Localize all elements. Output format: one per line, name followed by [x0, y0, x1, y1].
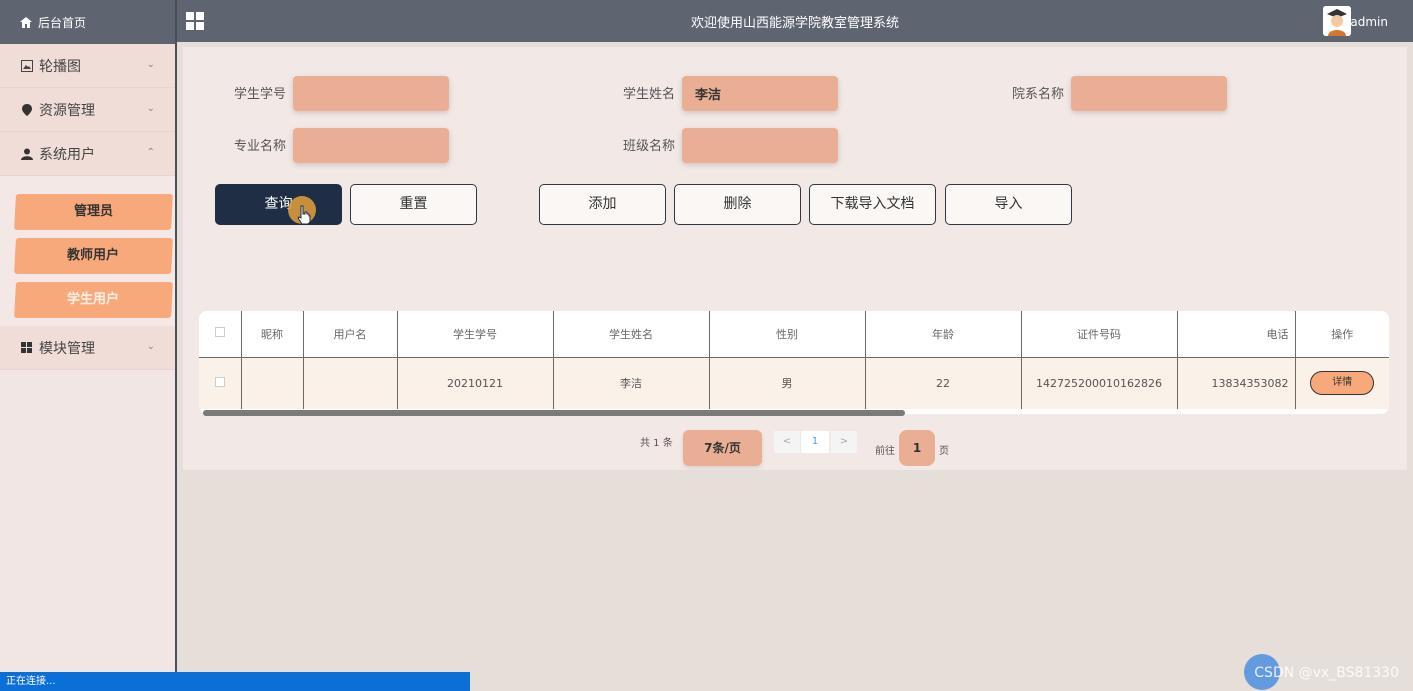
page-suffix-label: 页: [939, 446, 949, 457]
menu-system-users[interactable]: 系统用户 ⌃: [0, 132, 175, 176]
browser-status-bar: 正在连接...: [0, 672, 470, 691]
column-header: 电话: [1177, 311, 1296, 358]
cell-action: 详情: [1295, 357, 1389, 409]
menu-modules-label: 模块管理: [39, 340, 95, 357]
home-label: 后台首页: [38, 15, 87, 30]
table-row: 20210121 李洁 男 22 142725200010162826 1383…: [199, 357, 1389, 409]
row-select-cell[interactable]: [199, 357, 242, 409]
download-template-button[interactable]: 下载导入文档: [809, 184, 936, 225]
cell-student-name: 李洁: [553, 357, 710, 409]
class-name-label: 班级名称: [623, 139, 676, 154]
class-name-input[interactable]: [682, 128, 838, 163]
sidebar-item-admin[interactable]: 管理员: [14, 194, 173, 230]
image-icon: [20, 59, 33, 72]
prev-page-button[interactable]: <: [774, 431, 800, 453]
student-no-input[interactable]: [293, 76, 449, 111]
select-all-checkbox[interactable]: [214, 327, 225, 338]
column-header: 证件号码: [1021, 311, 1178, 358]
menu-modules[interactable]: 模块管理 ⌄: [0, 326, 175, 370]
home-link[interactable]: 后台首页: [0, 0, 175, 44]
column-header: 用户名: [303, 311, 398, 358]
avatar[interactable]: [1323, 6, 1351, 36]
student-no-label: 学生学号: [234, 87, 287, 102]
menu-system-users-label: 系统用户: [39, 146, 95, 163]
system-users-submenu: 管理员 教师用户 学生用户: [0, 176, 175, 326]
goto-page-input[interactable]: 1: [899, 430, 935, 466]
page-number-1[interactable]: 1: [801, 431, 829, 453]
column-header: 昵称: [241, 311, 304, 358]
sidebar: 后台首页 轮播图 ⌄ 资源管理 ⌄ 系统用户 ⌃ 管理员 教师用户 学生用户 模…: [0, 0, 177, 691]
chevron-down-icon: ⌄: [146, 103, 155, 114]
grid-icon: [20, 341, 33, 354]
major-input[interactable]: [293, 128, 449, 163]
column-header: 年龄: [865, 311, 1022, 358]
query-button[interactable]: 查询: [215, 184, 342, 225]
cell-nickname: [241, 357, 304, 409]
page-title: 欢迎使用山西能源学院教室管理系统: [690, 16, 899, 31]
sidebar-item-teacher[interactable]: 教师用户: [14, 238, 173, 274]
chevron-down-icon: ⌄: [146, 341, 155, 352]
pagination-total: 共 1 条: [640, 438, 673, 449]
chevron-up-icon: ⌃: [146, 147, 155, 158]
import-button[interactable]: 导入: [945, 184, 1072, 225]
column-header: 操作: [1295, 311, 1389, 358]
department-label: 院系名称: [1012, 87, 1065, 102]
menu-resources[interactable]: 资源管理 ⌄: [0, 88, 175, 132]
student-name-input[interactable]: [682, 76, 838, 111]
menu-carousel-label: 轮播图: [39, 58, 81, 75]
add-button[interactable]: 添加: [539, 184, 666, 225]
home-icon: [20, 16, 32, 28]
delete-button[interactable]: 删除: [674, 184, 801, 225]
next-page-button[interactable]: >: [831, 431, 857, 453]
pin-icon: [20, 103, 33, 116]
cell-username: [303, 357, 398, 409]
select-all-cell[interactable]: [199, 311, 242, 358]
cell-gender: 男: [709, 357, 866, 409]
sidebar-item-student[interactable]: 学生用户: [14, 282, 173, 318]
chevron-down-icon: ⌄: [146, 59, 155, 70]
table-horizontal-scrollbar[interactable]: [203, 410, 905, 416]
cell-id-number: 142725200010162826: [1021, 357, 1178, 409]
username-label[interactable]: admin: [1350, 15, 1388, 29]
page-size-select[interactable]: 7条/页: [683, 430, 762, 466]
row-checkbox[interactable]: [214, 376, 225, 387]
department-input[interactable]: [1071, 76, 1227, 111]
cell-phone: 13834353082: [1177, 357, 1296, 409]
reset-button[interactable]: 重置: [350, 184, 477, 225]
table-header-row: 昵称 用户名 学生学号 学生姓名 性别 年龄 证件号码 电话 操作: [199, 311, 1389, 358]
detail-button[interactable]: 详情: [1310, 371, 1375, 396]
student-table: 昵称 用户名 学生学号 学生姓名 性别 年龄 证件号码 电话 操作 202101…: [199, 311, 1389, 414]
menu-carousel[interactable]: 轮播图 ⌄: [0, 44, 175, 88]
menu-resources-label: 资源管理: [39, 102, 95, 119]
column-header: 学生学号: [397, 311, 554, 358]
user-icon: [20, 147, 33, 160]
major-label: 专业名称: [234, 139, 287, 154]
column-header: 学生姓名: [553, 311, 710, 358]
top-header: 欢迎使用山西能源学院教室管理系统 admin: [177, 0, 1413, 42]
hand-cursor-icon: [297, 205, 311, 225]
watermark-text: CSDN @vx_BS81330: [1254, 665, 1399, 681]
student-name-label: 学生姓名: [623, 87, 676, 102]
cell-student-no: 20210121: [397, 357, 554, 409]
column-header: 性别: [709, 311, 866, 358]
goto-label: 前往: [875, 446, 895, 457]
cell-age: 22: [865, 357, 1022, 409]
